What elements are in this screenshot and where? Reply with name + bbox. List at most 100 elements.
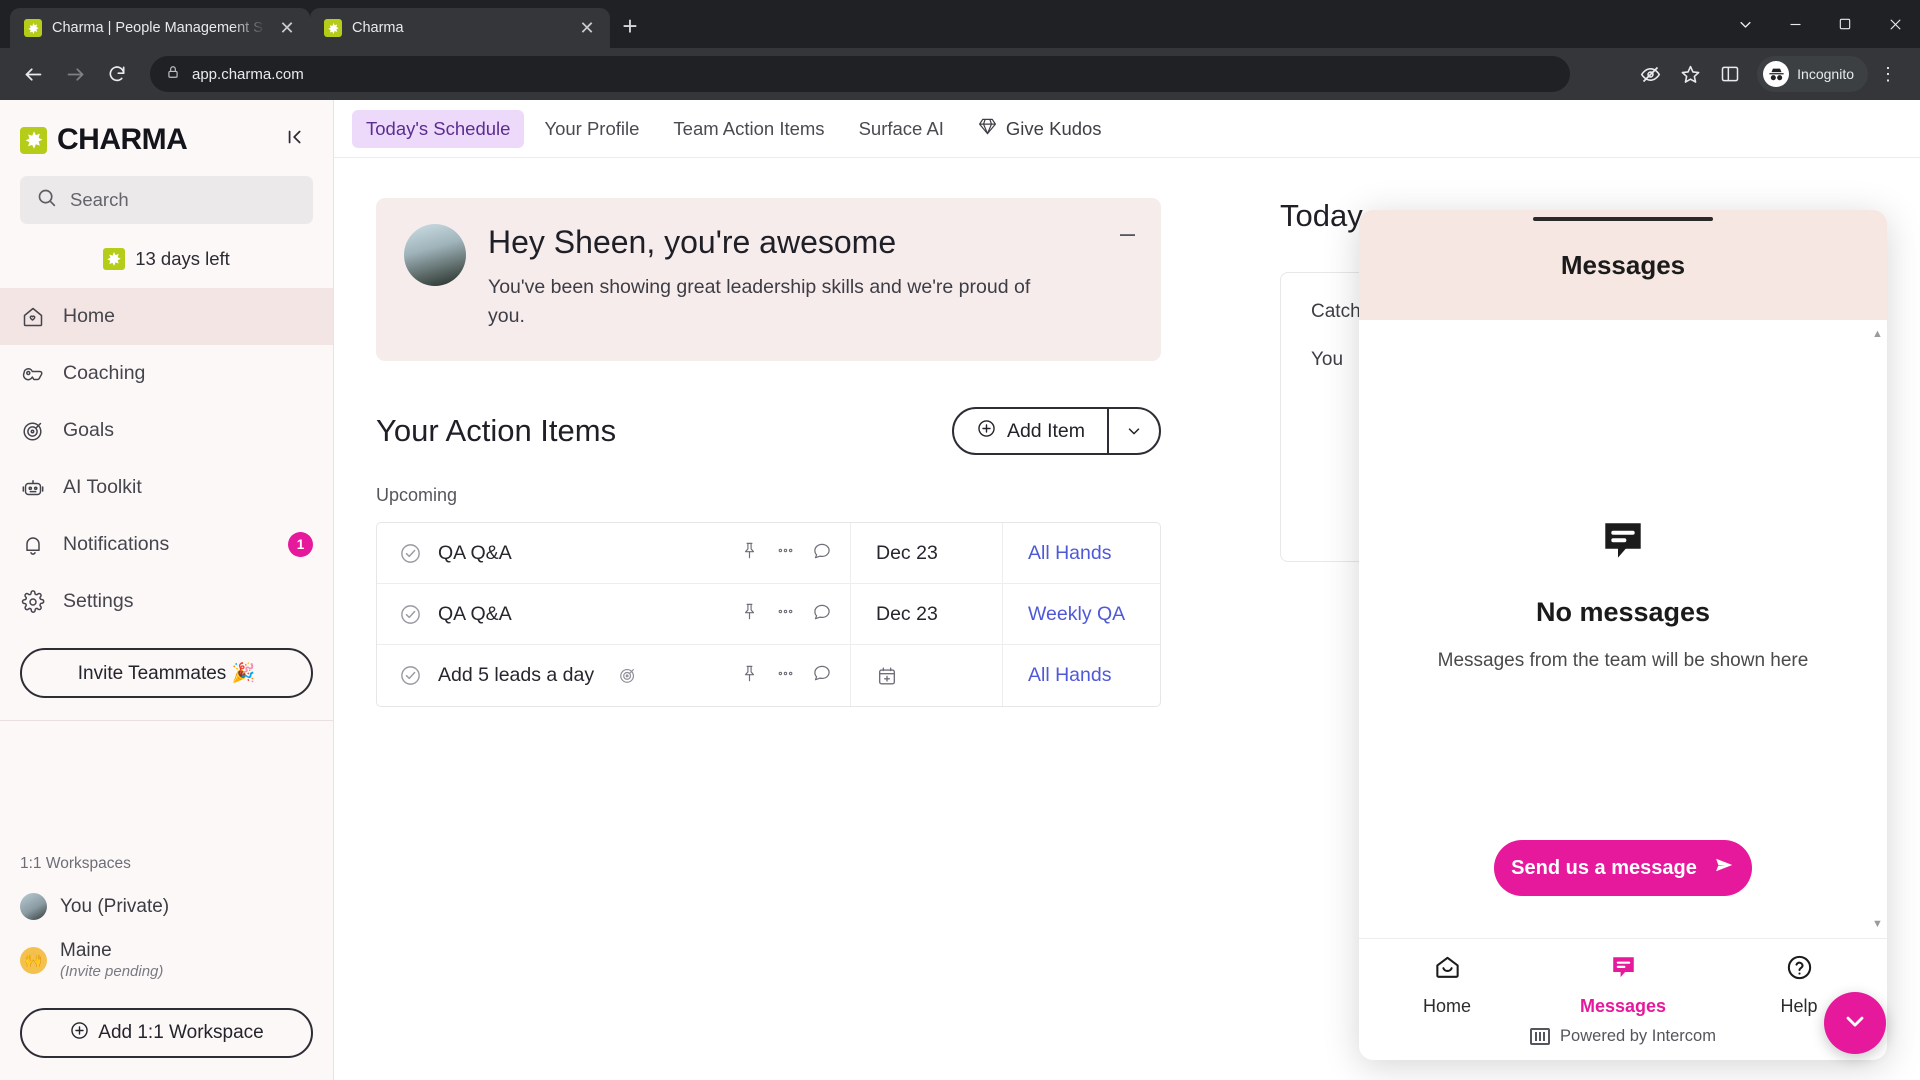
intercom-scrollbar[interactable]: ▲ ▼: [1872, 328, 1883, 930]
intercom-nav-label: Home: [1422, 996, 1471, 1016]
browser-menu-icon[interactable]: ⋮: [1870, 64, 1906, 85]
workspace-status: (Invite pending): [60, 963, 164, 980]
send-message-label: Send us a message: [1511, 856, 1697, 879]
pin-icon[interactable]: [740, 664, 759, 688]
avatar: 🙌: [20, 946, 47, 974]
intercom-messenger-panel: Messages ▲ ▼ No messages Messages from t…: [1359, 210, 1887, 1060]
table-row[interactable]: QA Q&A: [377, 523, 1160, 585]
sidebar-item-label: Notifications: [63, 533, 170, 555]
pin-icon[interactable]: [740, 602, 759, 626]
workspace-name: You (Private): [60, 895, 170, 917]
tab-surface-ai[interactable]: Surface AI: [845, 110, 958, 148]
browser-tab-1[interactable]: Charma | People Management S ✕: [10, 8, 310, 48]
incognito-icon: [1763, 61, 1790, 87]
add-item-button[interactable]: Add Item: [954, 409, 1107, 453]
more-options-icon[interactable]: [776, 602, 795, 626]
close-icon[interactable]: ✕: [576, 19, 598, 37]
sidebar-item-ai-toolkit[interactable]: AI Toolkit: [0, 459, 333, 516]
browser-tab-2[interactable]: Charma ✕: [310, 8, 610, 48]
comment-icon[interactable]: [812, 663, 832, 688]
collapse-sidebar-icon[interactable]: [279, 122, 313, 158]
chevron-down-icon[interactable]: ▼: [1872, 918, 1883, 930]
tab-search-icon[interactable]: [1720, 0, 1770, 48]
action-item-text: Add 5 leads a day: [438, 664, 595, 687]
app-logo[interactable]: CHARMA: [20, 123, 188, 157]
action-item-meeting-link[interactable]: All Hands: [1002, 645, 1160, 707]
check-circle-icon[interactable]: [399, 664, 422, 687]
action-items-header: Your Action Items Add Item: [376, 407, 1161, 456]
back-icon[interactable]: [14, 55, 52, 93]
browser-tabstrip: Charma | People Management S ✕ Charma ✕ …: [0, 0, 1920, 48]
action-item-text: QA Q&A: [438, 602, 512, 625]
intercom-nav-label: Messages: [1579, 996, 1667, 1016]
chevron-down-icon: [1841, 1007, 1869, 1040]
incognito-profile-button[interactable]: Incognito: [1757, 56, 1868, 92]
browser-toolbar: app.charma.com Incognito ⋮: [0, 48, 1920, 100]
sidebar-item-goals[interactable]: Goals: [0, 402, 333, 459]
chevron-up-icon[interactable]: ▲: [1872, 328, 1883, 340]
upcoming-label: Upcoming: [376, 485, 458, 506]
tab-give-kudos[interactable]: Give Kudos: [964, 109, 1116, 149]
action-item-meeting-link[interactable]: All Hands: [1002, 523, 1160, 584]
sidebar-item-home[interactable]: Home: [0, 288, 333, 345]
sidebar-item-settings[interactable]: Settings: [0, 573, 333, 630]
new-tab-button[interactable]: +: [610, 6, 650, 46]
invite-teammates-button[interactable]: Invite Teammates 🎉: [20, 648, 313, 698]
sidebar-item-notifications[interactable]: Notifications 1: [0, 516, 333, 573]
intercom-drag-handle[interactable]: [1533, 217, 1713, 221]
gear-icon: [20, 589, 46, 615]
hide-icon[interactable]: [1631, 55, 1669, 93]
main-tabbar: Today's Schedule Your Profile Team Actio…: [334, 100, 1920, 158]
add-workspace-button[interactable]: Add 1:1 Workspace: [20, 1008, 313, 1058]
check-circle-icon[interactable]: [399, 542, 422, 565]
add-item-dropdown-button[interactable]: [1107, 409, 1159, 454]
table-row[interactable]: QA Q&A: [377, 584, 1160, 646]
workspace-item-maine[interactable]: 🙌 Maine (Invite pending): [0, 930, 333, 990]
side-panel-icon[interactable]: [1711, 55, 1749, 93]
kudos-title: Hey Sheen, you're awesome: [488, 224, 897, 260]
sidebar-item-label: Goals: [63, 419, 114, 441]
bookmark-star-icon[interactable]: [1671, 55, 1709, 93]
comment-icon[interactable]: [812, 541, 832, 566]
workspace-item-you[interactable]: You (Private): [0, 883, 333, 930]
tab-todays-schedule[interactable]: Today's Schedule: [352, 109, 525, 148]
action-item-date-picker[interactable]: [850, 645, 1002, 707]
sidebar-nav: Home Coaching Goals AI Toolkit Notificat…: [0, 288, 333, 630]
intercom-launcher-button[interactable]: [1824, 992, 1886, 1054]
pin-icon[interactable]: [740, 541, 759, 565]
send-message-button[interactable]: Send us a message: [1494, 840, 1752, 896]
table-row[interactable]: Add 5 leads a day All Hands: [377, 645, 1160, 707]
intercom-nav-home[interactable]: Home: [1387, 953, 1507, 1017]
forward-icon[interactable]: [56, 55, 94, 93]
close-icon[interactable]: ✕: [276, 19, 298, 37]
intercom-nav-messages[interactable]: Messages: [1563, 953, 1683, 1017]
more-options-icon[interactable]: [776, 664, 795, 688]
intercom-nav-label: Help: [1780, 996, 1818, 1016]
minimize-icon[interactable]: –: [1120, 220, 1135, 247]
whistle-icon: [20, 361, 46, 387]
action-item-meeting-link[interactable]: Weekly QA: [1002, 584, 1160, 645]
url-text: app.charma.com: [192, 65, 304, 83]
app-sidebar: CHARMA Search 13 days left Home Coaching…: [0, 100, 334, 1080]
trial-days-left: 13 days left: [135, 248, 230, 269]
comment-icon[interactable]: [812, 602, 832, 627]
home-icon: [20, 304, 46, 330]
close-window-icon[interactable]: [1870, 0, 1920, 48]
send-icon: [1713, 854, 1735, 882]
minimize-icon[interactable]: [1770, 0, 1820, 48]
check-circle-icon[interactable]: [399, 603, 422, 626]
intercom-empty-title: No messages: [1535, 597, 1711, 627]
target-icon: [618, 666, 637, 685]
page-content: CHARMA Search 13 days left Home Coaching…: [0, 100, 1920, 1080]
sidebar-divider: [0, 720, 333, 721]
tab-your-profile[interactable]: Your Profile: [530, 110, 653, 148]
reload-icon[interactable]: [98, 55, 136, 93]
trial-status[interactable]: 13 days left: [20, 248, 313, 270]
search-input[interactable]: Search: [20, 176, 313, 224]
tab-team-action-items[interactable]: Team Action Items: [659, 110, 838, 148]
sidebar-item-coaching[interactable]: Coaching: [0, 345, 333, 402]
plus-circle-icon: [69, 1020, 90, 1047]
address-bar[interactable]: app.charma.com: [150, 56, 1570, 92]
maximize-icon[interactable]: [1820, 0, 1870, 48]
more-options-icon[interactable]: [776, 541, 795, 565]
